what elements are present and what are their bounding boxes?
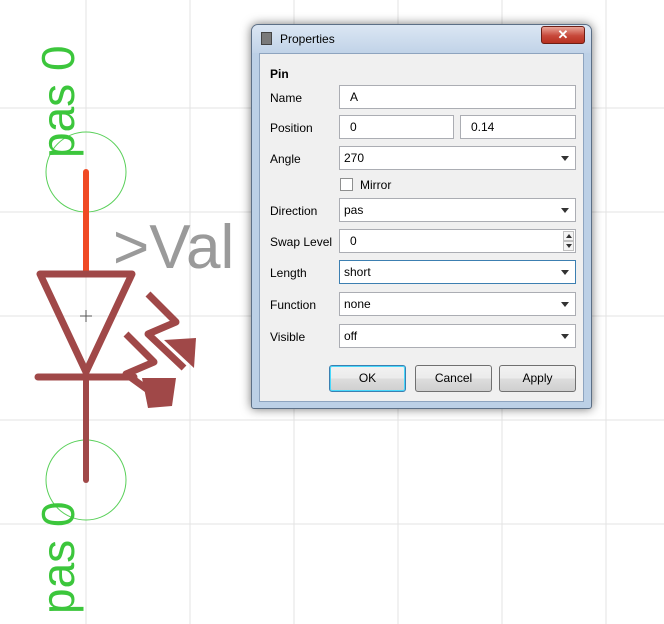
window-icon [261, 32, 272, 45]
chevron-down-icon [561, 156, 569, 161]
chevron-down-icon [561, 334, 569, 339]
chevron-down-icon [561, 270, 569, 275]
visible-value: off [344, 329, 358, 343]
pin-name-bottom: pas 0 [32, 501, 84, 614]
spin-up-icon[interactable] [563, 231, 574, 241]
visible-select[interactable]: off [339, 324, 576, 348]
dialog-body: Pin Name A Position 0 0.14 Angle 270 Mir… [259, 53, 584, 402]
position-x-value: 0 [350, 120, 357, 134]
close-icon: ✕ [557, 27, 569, 42]
section-title: Pin [270, 67, 289, 81]
function-value: none [344, 297, 371, 311]
swap-level-value: 0 [350, 234, 357, 248]
function-label: Function [270, 298, 317, 312]
visible-label: Visible [270, 330, 306, 344]
spin-down-icon[interactable] [563, 241, 574, 251]
led-symbol[interactable] [34, 131, 196, 521]
close-button[interactable]: ✕ [541, 26, 585, 44]
origin-crosshair [80, 310, 92, 322]
direction-value: pas [344, 203, 364, 217]
name-value: A [350, 90, 359, 104]
position-y-field[interactable]: 0.14 [460, 115, 576, 139]
angle-label: Angle [270, 152, 301, 166]
chevron-down-icon [561, 208, 569, 213]
function-select[interactable]: none [339, 292, 576, 316]
properties-dialog: Properties ✕ Pin Name A Position 0 0.14 … [251, 24, 592, 409]
position-x-field[interactable]: 0 [339, 115, 454, 139]
direction-label: Direction [270, 204, 318, 218]
swap-level-label: Swap Level [270, 235, 333, 249]
swap-level-spinbox[interactable]: 0 [339, 229, 576, 253]
cancel-button[interactable]: Cancel [415, 365, 492, 392]
dialog-title: Properties [280, 32, 335, 46]
light-arrowhead-2 [142, 378, 176, 408]
name-field[interactable]: A [339, 85, 576, 109]
mirror-label: Mirror [360, 178, 392, 192]
dialog-titlebar[interactable]: Properties ✕ [252, 25, 591, 53]
ok-button[interactable]: OK [329, 365, 406, 392]
mirror-checkbox[interactable] [340, 178, 353, 191]
position-label: Position [270, 121, 313, 135]
length-label: Length [270, 266, 307, 280]
direction-select[interactable]: pas [339, 198, 576, 222]
angle-value: 270 [344, 151, 365, 165]
position-y-value: 0.14 [471, 120, 495, 134]
angle-select[interactable]: 270 [339, 146, 576, 170]
length-select[interactable]: short [339, 260, 576, 284]
length-value: short [344, 265, 371, 279]
name-label: Name [270, 91, 303, 105]
apply-button[interactable]: Apply [499, 365, 576, 392]
pin-name-top: pas 0 [32, 45, 84, 158]
chevron-down-icon [561, 302, 569, 307]
